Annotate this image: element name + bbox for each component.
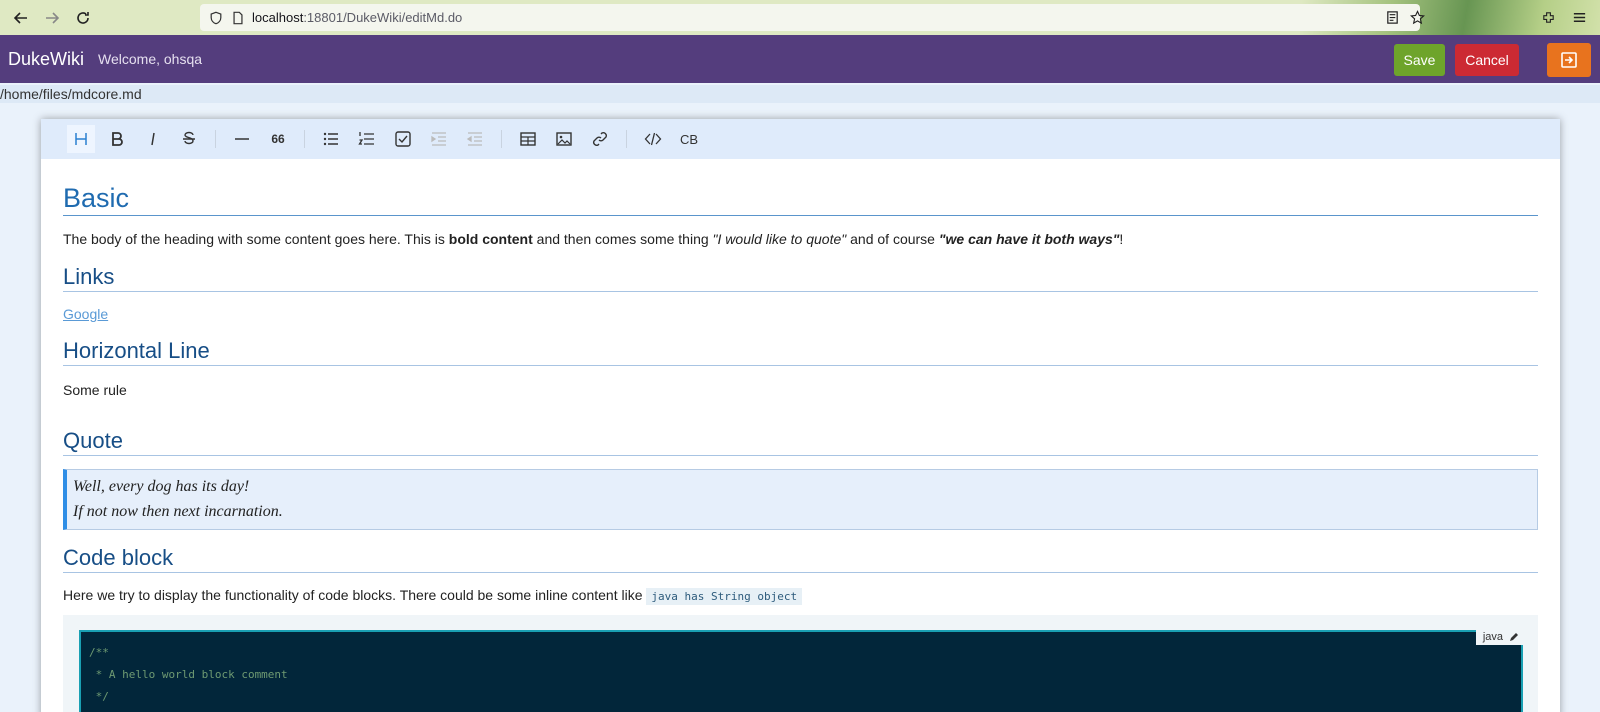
link-icon	[593, 132, 607, 146]
image-button[interactable]	[550, 125, 578, 153]
code-block-wrapper: /** * A hello world block comment */ jav…	[63, 615, 1538, 712]
cancel-button[interactable]: Cancel	[1455, 44, 1519, 76]
blockquote: Well, every dog has its day! If not now …	[63, 469, 1538, 530]
horizontal-rule-icon	[235, 138, 249, 140]
url-path: :18801/DukeWiki/editMd.do	[303, 10, 463, 25]
file-path: /home/files/mdcore.md	[0, 85, 1600, 103]
strikethrough-button[interactable]	[175, 125, 203, 153]
pencil-icon	[1510, 633, 1518, 641]
outdent-button[interactable]	[461, 125, 489, 153]
code-block-button[interactable]: CB	[675, 125, 703, 153]
table-button[interactable]	[514, 125, 542, 153]
strikethrough-icon	[183, 131, 195, 145]
heading-horizontal-line: Horizontal Line	[63, 338, 1538, 366]
back-arrow-icon[interactable]	[9, 6, 33, 30]
shield-icon[interactable]	[208, 10, 224, 26]
checkbox-icon	[395, 131, 411, 147]
heading-icon	[75, 133, 87, 145]
code-line: /**	[89, 646, 109, 659]
bold-button[interactable]	[103, 125, 131, 153]
forward-arrow-icon[interactable]	[40, 6, 64, 30]
toolbar-divider	[215, 130, 216, 148]
bold-text: bold content	[448, 231, 533, 247]
ordered-list-icon	[358, 132, 374, 145]
logout-button[interactable]	[1547, 43, 1591, 77]
table-icon	[520, 132, 536, 146]
link-button[interactable]	[586, 125, 614, 153]
italic-button[interactable]	[139, 125, 167, 153]
editor-toolbar: 66 CB	[41, 119, 1560, 159]
hr-paragraph: Some rule	[63, 382, 127, 398]
menu-icon[interactable]	[1570, 8, 1588, 26]
bold-italic-text: "we can have it both ways"	[938, 231, 1120, 247]
app-header: DukeWiki Welcome, ohsqa Save Cancel	[0, 35, 1600, 83]
reader-view-icon[interactable]	[1383, 8, 1401, 26]
ordered-list-button[interactable]	[353, 125, 381, 153]
brand-title[interactable]: DukeWiki	[8, 49, 84, 70]
bold-icon	[112, 132, 123, 146]
code-language-label: java	[1482, 631, 1503, 643]
extensions-icon[interactable]	[1539, 8, 1557, 26]
quoted-text: "I would like to quote"	[712, 231, 847, 247]
welcome-text: Welcome, ohsqa	[98, 51, 203, 67]
editor-content[interactable]: Basic The body of the heading with some …	[41, 183, 1560, 712]
url-host: localhost	[252, 10, 304, 25]
logout-icon	[1561, 52, 1577, 68]
toolbar-divider	[304, 130, 305, 148]
markdown-editor: 66 CB Basic The body of the heading with…	[41, 119, 1560, 712]
code-line: * A hello world block comment	[89, 668, 288, 681]
code-paragraph: Here we try to display the functionality…	[63, 586, 1538, 606]
outdent-icon	[466, 132, 482, 146]
task-list-button[interactable]	[389, 125, 417, 153]
bullet-list-icon	[323, 132, 338, 146]
heading-quote: Quote	[63, 428, 1538, 456]
quote-line: Well, every dog has its day!	[73, 478, 250, 495]
reload-icon[interactable]	[71, 6, 95, 30]
image-icon	[556, 132, 572, 146]
quote-line: If not now then next incarnation.	[73, 503, 283, 520]
indent-button[interactable]	[425, 125, 453, 153]
heading-code-block: Code block	[63, 545, 1538, 573]
heading-button[interactable]	[67, 125, 95, 153]
bullet-list-button[interactable]	[317, 125, 345, 153]
indent-icon	[431, 132, 446, 146]
code-icon	[644, 132, 662, 146]
toolbar-divider	[626, 130, 627, 148]
heading-basic: Basic	[63, 183, 1538, 216]
page-icon	[230, 10, 246, 26]
code-button[interactable]	[639, 125, 667, 153]
basic-paragraph: The body of the heading with some conten…	[63, 231, 1124, 247]
address-bar[interactable]: localhost:18801/DukeWiki/editMd.do	[200, 4, 1420, 31]
code-block[interactable]: /** * A hello world block comment */	[79, 630, 1523, 712]
google-link[interactable]: Google	[63, 306, 108, 322]
quote-button[interactable]: 66	[264, 125, 292, 153]
italic-icon	[151, 132, 155, 146]
code-line: */	[89, 690, 109, 703]
horizontal-rule-button[interactable]	[228, 125, 256, 153]
inline-code: java has String object	[646, 588, 803, 605]
bookmark-star-icon[interactable]	[1408, 8, 1426, 26]
code-language-badge[interactable]: java	[1475, 629, 1526, 645]
save-button[interactable]: Save	[1394, 44, 1445, 76]
heading-links: Links	[63, 264, 1538, 292]
toolbar-divider	[501, 130, 502, 148]
browser-toolbar: localhost:18801/DukeWiki/editMd.do	[0, 0, 1600, 35]
